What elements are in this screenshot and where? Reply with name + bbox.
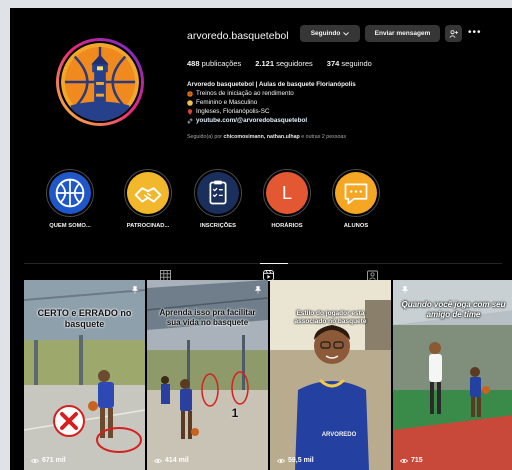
basketball-emoji-icon — [187, 90, 193, 97]
eye-icon — [277, 458, 285, 463]
posts-stat: 488 publicações — [187, 59, 241, 68]
followers-label: seguidores — [276, 59, 313, 68]
bio-link-row[interactable]: youtube.com/@arvoredobasquetebol — [187, 116, 356, 125]
clipboard-checklist-icon — [197, 172, 239, 214]
followers-count: 2.121 — [255, 59, 274, 68]
basketball-icon — [49, 172, 91, 214]
pin-icon — [131, 286, 139, 294]
reel-post[interactable]: Aprenda isso pra facilitar sua vida no b… — [147, 280, 268, 470]
reel-views: 414 mil — [154, 457, 189, 464]
following-button[interactable]: Seguindo — [300, 25, 360, 42]
highlight-horarios[interactable]: L HORÁRIOS — [256, 169, 318, 229]
bio-line2: Feminino e Masculino — [196, 99, 258, 106]
reel-views-count: 715 — [411, 457, 423, 464]
reel-views: 715 — [400, 457, 423, 464]
highlight-patrocinadores[interactable]: PATROCINAD... — [117, 169, 179, 229]
reel-post[interactable]: Quando você joga com seu amigo de time 7… — [393, 280, 512, 470]
highlight-quem-somos[interactable]: QUEM SOMO... — [39, 169, 101, 229]
highlight-label: ALUNOS — [343, 223, 369, 229]
bio-name: Arvoredo basquetebol | Aulas de basquete… — [187, 81, 356, 88]
pin-icon — [254, 286, 262, 294]
bio-line1: Treinos de iniciação ao rendimento — [196, 90, 294, 97]
profile-page: arvoredo.basquetebol Seguindo Enviar men… — [10, 8, 512, 470]
suggest-user-button[interactable] — [445, 25, 462, 42]
following-stat-label: seguindo — [341, 59, 372, 68]
profile-stats: 488 publicações 2.121 seguidores 374 seg… — [187, 59, 372, 68]
letter-l-icon: L — [266, 172, 308, 214]
reel-views: 671 mil — [31, 457, 66, 464]
following-label: Seguindo — [310, 30, 341, 37]
wrong-x-icon — [53, 405, 85, 437]
highlight-alunos[interactable]: ALUNOS — [325, 169, 387, 229]
followers-stat[interactable]: 2.121 seguidores — [255, 59, 313, 68]
reel-post[interactable]: CERTO e ERRADO no basquete 671 mil — [24, 280, 145, 470]
tab-active-indicator — [260, 263, 288, 264]
highlight-label: HORÁRIOS — [271, 223, 303, 229]
pin-icon — [401, 286, 409, 294]
highlight-label: QUEM SOMO... — [49, 223, 91, 229]
bio-link[interactable]: youtube.com/@arvoredobasquetebol — [196, 116, 307, 125]
send-message-button[interactable]: Enviar mensagem — [365, 25, 440, 42]
reel-thumbnail — [270, 280, 391, 470]
bio-line-training: Treinos de iniciação ao rendimento — [187, 89, 356, 98]
reel-caption: Estilo do jogador está associado no basq… — [294, 310, 367, 325]
highlight-label: INSCRIÇÕES — [199, 223, 237, 229]
followed-by[interactable]: Seguido(a) por chicomosimann, nathan.ulh… — [187, 134, 346, 140]
profile-avatar[interactable] — [56, 38, 144, 126]
eye-icon — [154, 458, 162, 463]
chat-bubble-icon — [335, 172, 377, 214]
reel-caption: CERTO e ERRADO no basquete — [37, 308, 132, 329]
add-person-icon — [449, 29, 458, 38]
overlay-number: 1 — [231, 406, 239, 420]
bio-line-gender: Feminino e Masculino — [187, 98, 356, 107]
location-pin-icon — [187, 108, 193, 115]
reel-caption: Aprenda isso pra facilitar sua vida no b… — [159, 308, 256, 327]
chevron-down-icon — [343, 31, 350, 36]
followed-by-prefix: Seguido(a) por — [187, 134, 223, 140]
handshake-icon — [127, 172, 169, 214]
profile-bio: Arvoredo basquetebol | Aulas de basquete… — [187, 80, 356, 125]
reel-views-count: 59,5 mil — [288, 457, 314, 464]
reel-views-count: 414 mil — [165, 457, 189, 464]
highlight-inscricoes[interactable]: INSCRIÇÕES — [187, 169, 249, 229]
shirt-text: ARVOREDO — [321, 432, 357, 438]
eye-icon — [31, 458, 39, 463]
reel-views-count: 671 mil — [42, 457, 66, 464]
bio-line-location: Ingleses, Florianópolis-SC — [187, 107, 356, 116]
link-icon — [187, 118, 193, 123]
highlight-label: PATROCINAD... — [126, 223, 170, 229]
posts-count: 488 — [187, 59, 200, 68]
profile-username: arvoredo.basquetebol — [187, 30, 289, 42]
reel-views: 59,5 mil — [277, 457, 314, 464]
gender-emoji-icon — [187, 99, 193, 106]
more-options-icon[interactable]: ••• — [468, 27, 482, 38]
posts-label: publicações — [201, 59, 242, 68]
followed-by-suffix: e outras 2 pessoas — [301, 134, 347, 140]
reel-post[interactable]: Estilo do jogador está associado no basq… — [270, 280, 391, 470]
following-count: 374 — [326, 59, 340, 68]
followed-by-names: chicomosimann, nathan.ulhap — [223, 134, 300, 140]
bio-line3: Ingleses, Florianópolis-SC — [196, 108, 270, 115]
eye-icon — [400, 458, 408, 463]
basketball-lighthouse-logo — [61, 43, 139, 121]
reel-caption: Quando você joga com seu amigo de time — [401, 300, 506, 319]
following-stat[interactable]: 374 seguindo — [327, 59, 372, 68]
